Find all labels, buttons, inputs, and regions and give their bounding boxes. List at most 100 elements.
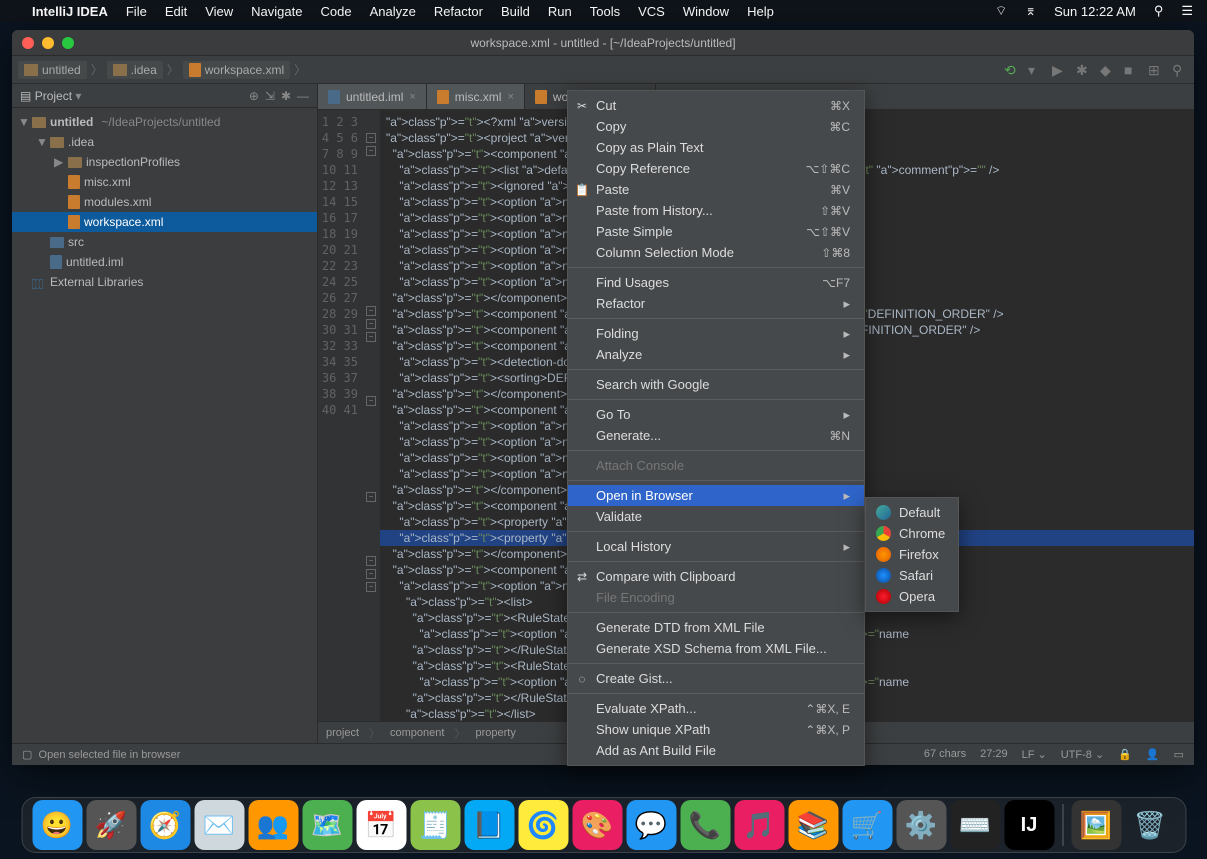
control-center-icon[interactable]: ☰	[1181, 3, 1193, 19]
editor-context-menu[interactable]: ✂Cut⌘XCopy⌘CCopy as Plain TextCopy Refer…	[567, 90, 865, 766]
debug-icon[interactable]: ✱	[1076, 62, 1092, 78]
dock-folder[interactable]: 🖼️	[1071, 800, 1121, 850]
status-encoding[interactable]: UTF-8	[1061, 749, 1092, 761]
locate-icon[interactable]: ⊕	[249, 89, 259, 103]
menubar-item[interactable]: View	[205, 4, 233, 19]
context-menu-item[interactable]: 📋Paste⌘V	[568, 179, 864, 200]
dock-app[interactable]: 🎵	[734, 800, 784, 850]
context-menu-item[interactable]: Validate	[568, 506, 864, 527]
dock-app[interactable]: 🛒	[842, 800, 892, 850]
fold-gutter[interactable]: −−−−−−−−−−	[366, 110, 380, 721]
context-menu-item[interactable]: ✂Cut⌘X	[568, 95, 864, 116]
context-menu-item[interactable]: Local History▸	[568, 536, 864, 557]
breadcrumb[interactable]: untitled〉 .idea〉 workspace.xml〉	[18, 61, 308, 79]
context-menu-item[interactable]: Column Selection Mode⇧⌘8	[568, 242, 864, 263]
hide-tool-window-icon[interactable]: —	[297, 89, 309, 103]
dock-app[interactable]: 🧭	[140, 800, 190, 850]
dock-app[interactable]: 🎨	[572, 800, 622, 850]
build-icon[interactable]: ⟲	[1004, 62, 1020, 78]
close-tab-icon[interactable]: ×	[507, 91, 513, 103]
context-menu-item[interactable]: Refactor▸	[568, 293, 864, 314]
context-menu-item[interactable]: Paste from History...⇧⌘V	[568, 200, 864, 221]
menubar-tray-icon[interactable]: ⌆	[1025, 3, 1036, 19]
context-menu-item[interactable]: Generate XSD Schema from XML File...	[568, 638, 864, 659]
menubar-item[interactable]: Code	[320, 4, 351, 19]
context-menu-item[interactable]: Add as Ant Build File	[568, 740, 864, 761]
status-lock-icon[interactable]: 🔒	[1118, 748, 1132, 761]
structure-icon[interactable]: ⊞	[1148, 62, 1164, 78]
menubar-item[interactable]: Build	[501, 4, 530, 19]
context-menu-item[interactable]: Folding▸	[568, 323, 864, 344]
search-everywhere-icon[interactable]: ⚲	[1172, 62, 1188, 78]
dock-app[interactable]: 📅	[356, 800, 406, 850]
coverage-icon[interactable]: ◆	[1100, 62, 1116, 78]
dock-app[interactable]: 💬	[626, 800, 676, 850]
dock-app[interactable]: 😀	[32, 800, 82, 850]
status-caret-position[interactable]: 27:29	[980, 748, 1008, 761]
tree-item-selected[interactable]: workspace.xml	[12, 212, 317, 232]
run-config-dropdown[interactable]: ▾	[1028, 62, 1044, 78]
submenu-item[interactable]: Default	[866, 502, 958, 523]
status-indicator-icon[interactable]: ▭	[1174, 748, 1184, 761]
context-menu-item[interactable]: Copy⌘C	[568, 116, 864, 137]
open-in-browser-submenu[interactable]: DefaultChromeFirefoxSafariOpera	[865, 497, 959, 612]
dock-app[interactable]: 📚	[788, 800, 838, 850]
dock-app[interactable]: 📘	[464, 800, 514, 850]
context-menu-item[interactable]: Analyze▸	[568, 344, 864, 365]
menubar-item[interactable]: Navigate	[251, 4, 302, 19]
dock-app[interactable]: 🚀	[86, 800, 136, 850]
dock-app[interactable]: ⚙️	[896, 800, 946, 850]
menubar-item[interactable]: Edit	[165, 4, 187, 19]
context-menu-item[interactable]: Evaluate XPath...⌃⌘X, E	[568, 698, 864, 719]
menubar-bluetooth-icon[interactable]: ⌔	[995, 3, 1007, 19]
collapse-all-icon[interactable]: ⇲	[265, 89, 275, 103]
dock-app[interactable]: 🌀	[518, 800, 568, 850]
macos-dock[interactable]: 😀🚀🧭✉️👥🗺️📅🧾📘🌀🎨💬📞🎵📚🛒⚙️⌨️IJ 🖼️🗑️	[21, 797, 1186, 853]
menubar-item[interactable]: Tools	[590, 4, 620, 19]
context-menu-item[interactable]: ⇄Compare with Clipboard	[568, 566, 864, 587]
spotlight-icon[interactable]: ⚲	[1154, 3, 1164, 19]
context-menu-item[interactable]: Find Usages⌥F7	[568, 272, 864, 293]
menubar-item[interactable]: Help	[747, 4, 774, 19]
dock-app[interactable]: ✉️	[194, 800, 244, 850]
menubar-app-name[interactable]: IntelliJ IDEA	[32, 4, 108, 19]
dock-app[interactable]: 👥	[248, 800, 298, 850]
context-menu-item[interactable]: Generate...⌘N	[568, 425, 864, 446]
submenu-item[interactable]: Safari	[866, 565, 958, 586]
status-line-separator[interactable]: LF	[1022, 749, 1035, 761]
settings-gear-icon[interactable]: ✱	[281, 89, 291, 103]
submenu-item[interactable]: Firefox	[866, 544, 958, 565]
submenu-item[interactable]: Opera	[866, 586, 958, 607]
menubar-item[interactable]: File	[126, 4, 147, 19]
dock-app[interactable]: 🗺️	[302, 800, 352, 850]
dock-app[interactable]: ⌨️	[950, 800, 1000, 850]
context-menu-item[interactable]: Search with Google	[568, 374, 864, 395]
context-menu-item[interactable]: Paste Simple⌥⇧⌘V	[568, 221, 864, 242]
dock-trash[interactable]: 🗑️	[1125, 800, 1175, 850]
dock-app[interactable]: 📞	[680, 800, 730, 850]
context-menu-item[interactable]: Show unique XPath⌃⌘X, P	[568, 719, 864, 740]
menubar-item[interactable]: Window	[683, 4, 729, 19]
run-icon[interactable]: ▶	[1052, 62, 1068, 78]
dock-app[interactable]: 🧾	[410, 800, 460, 850]
project-tree[interactable]: ▼untitled~/IdeaProjects/untitled ▼.idea …	[12, 108, 317, 743]
dock-app-intellij[interactable]: IJ	[1004, 800, 1054, 850]
editor-gutter[interactable]: 1 2 3 4 5 6 7 8 9 10 11 12 13 14 15 16 1…	[318, 110, 366, 721]
context-menu-item[interactable]: Generate DTD from XML File	[568, 617, 864, 638]
context-menu-item[interactable]: Go To▸	[568, 404, 864, 425]
menubar-item[interactable]: Run	[548, 4, 572, 19]
context-menu-item[interactable]: ◌Create Gist...	[568, 668, 864, 689]
editor-tab[interactable]: untitled.iml×	[318, 84, 427, 109]
context-menu-item[interactable]: Copy as Plain Text	[568, 137, 864, 158]
submenu-item[interactable]: Chrome	[866, 523, 958, 544]
menubar-item[interactable]: Refactor	[434, 4, 483, 19]
status-inspection-icon[interactable]: 👤	[1146, 748, 1160, 761]
stop-icon[interactable]: ■	[1124, 62, 1140, 78]
menubar-item[interactable]: VCS	[638, 4, 665, 19]
close-tab-icon[interactable]: ×	[409, 91, 415, 103]
menubar-clock[interactable]: Sun 12:22 AM	[1054, 4, 1136, 19]
menubar-item[interactable]: Analyze	[370, 4, 416, 19]
context-menu-item[interactable]: Open in Browser▸	[568, 485, 864, 506]
context-menu-item[interactable]: Copy Reference⌥⇧⌘C	[568, 158, 864, 179]
editor-tab[interactable]: misc.xml×	[427, 84, 525, 109]
